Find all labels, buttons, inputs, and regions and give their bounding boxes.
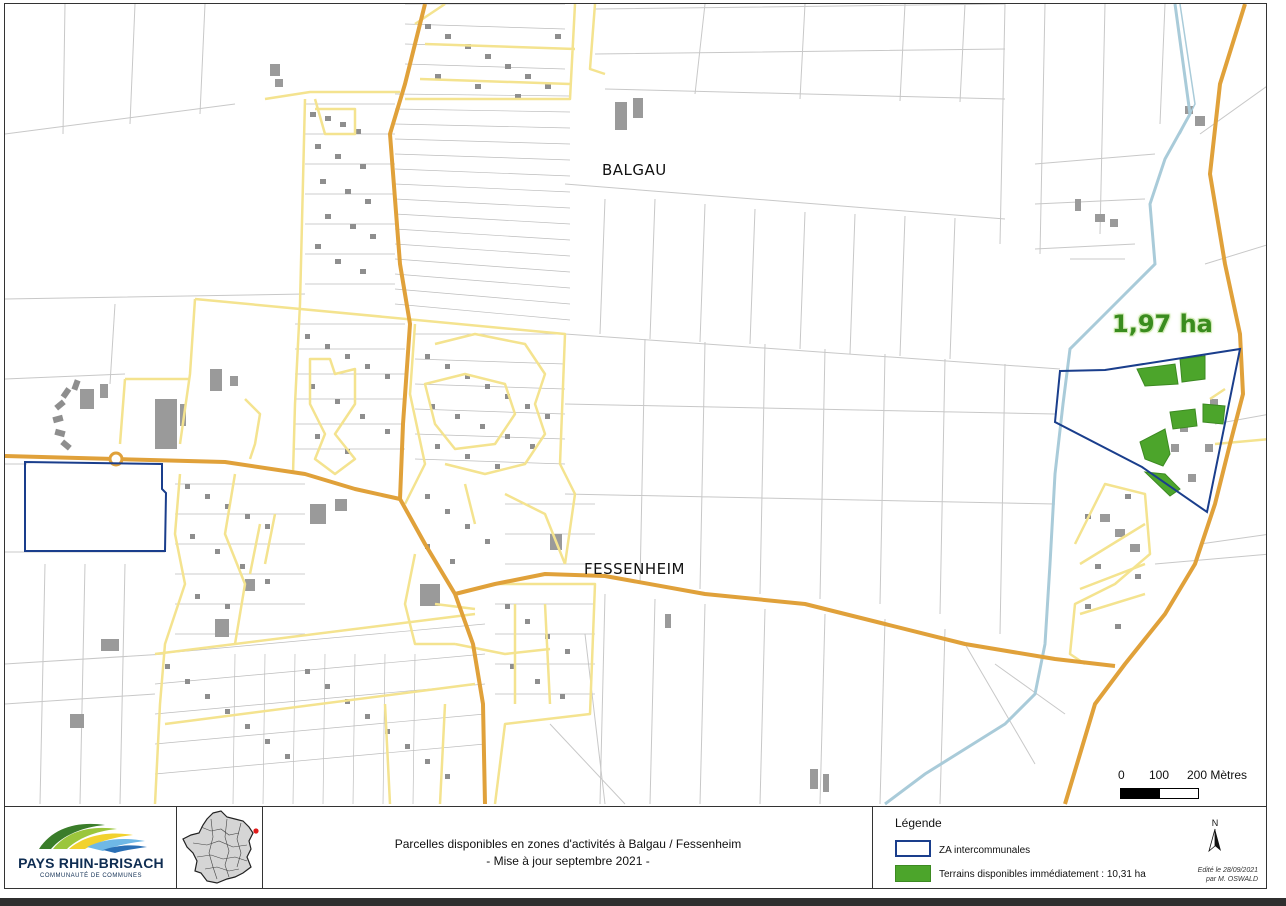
credit-author: par M. OSWALD — [1206, 876, 1258, 883]
legend-swatch-terrains — [895, 865, 931, 882]
place-label-balgau: BALGAU — [602, 161, 667, 179]
map-frame: BALGAU FESSENHEIM 1,97 ha 0 100 200 Mètr… — [4, 3, 1267, 889]
map-subtitle: - Mise à jour septembre 2021 - — [486, 854, 650, 868]
legend-label-za: ZA intercommunales — [939, 845, 1031, 856]
logo-panel: PAYS RHIN-BRISACH COMMUNAUTÉ DE COMMUNES — [5, 807, 177, 888]
logo-subtitle: COMMUNAUTÉ DE COMMUNES — [40, 873, 142, 879]
scale-label-two-hundred: 200 Mètres — [1187, 768, 1248, 782]
north-label: N — [1212, 818, 1219, 828]
local-roads — [118, 4, 1266, 805]
map-footer: PAYS RHIN-BRISACH COMMUNAUTÉ DE COMMUNES… — [5, 806, 1266, 888]
credit-text: Edité le 28/09/2021 par M. OSWALD — [1198, 866, 1258, 884]
parcel-lines — [5, 4, 1266, 805]
credit-date: Edité le 28/09/2021 — [1197, 867, 1258, 874]
map-title: Parcelles disponibles en zones d'activit… — [394, 837, 742, 851]
place-label-fessenheim: FESSENHEIM — [584, 560, 685, 578]
legend-swatch-za — [895, 840, 931, 857]
window-bottom-strip — [0, 898, 1286, 906]
france-locator-map-icon — [182, 810, 259, 884]
scale-segment-light — [1159, 788, 1199, 799]
scale-segment-dark — [1120, 788, 1161, 799]
area-label: 1,97 ha — [1112, 310, 1213, 338]
scale-label-zero: 0 — [1118, 768, 1125, 782]
canals — [884, 4, 1196, 806]
france-locator-panel — [177, 807, 263, 888]
scale-label-hundred: 100 — [1149, 768, 1170, 782]
pays-rhin-brisach-logo-icon — [39, 823, 147, 853]
location-marker — [253, 828, 259, 834]
north-arrow-icon: N — [1208, 818, 1221, 853]
title-panel: Parcelles disponibles en zones d'activit… — [263, 807, 873, 888]
legend-label-terrains: Terrains disponibles immédiatement : 10,… — [939, 869, 1146, 880]
logo-name: PAYS RHIN-BRISACH — [18, 855, 164, 871]
legend-panel: Légende ZA intercommunales Terrains disp… — [873, 807, 1266, 888]
map-canvas[interactable] — [5, 4, 1267, 806]
roundabout-buildings — [52, 379, 81, 451]
za-boundary-west[interactable] — [24, 460, 168, 552]
available-land-parcels — [1136, 355, 1226, 497]
legend-title: Légende — [895, 816, 942, 830]
scale-bar: 0 100 200 Mètres — [1117, 766, 1257, 802]
